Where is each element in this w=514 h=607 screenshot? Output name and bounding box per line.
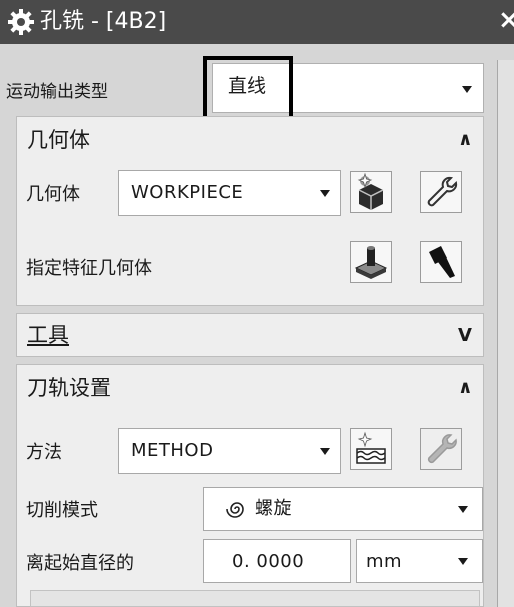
cut-mode-label: 切削模式 (26, 500, 98, 521)
close-icon[interactable]: × (498, 5, 514, 35)
chevron-down-icon[interactable] (458, 506, 468, 513)
window-title: 孔铣 - [4B2] (40, 9, 167, 34)
tools-section-title[interactable]: 工具 (27, 321, 69, 349)
motion-output-label: 运动输出类型 (6, 82, 108, 102)
tools-panel (16, 313, 484, 357)
geometry-label: 几何体 (26, 184, 80, 205)
edit-wrench-icon[interactable] (420, 171, 462, 213)
method-label: 方法 (26, 442, 62, 463)
edit-wrench-disabled-icon (420, 428, 462, 470)
unit-value: mm (366, 551, 403, 572)
geometry-value: WORKPIECE (131, 182, 244, 203)
highlight-annotation-box (203, 56, 293, 120)
gear-icon (6, 7, 36, 37)
spiral-icon (225, 498, 249, 520)
chevron-down-icon[interactable] (458, 558, 468, 565)
chevron-up-icon[interactable]: ∧ (458, 376, 473, 400)
chevron-down-icon[interactable] (320, 190, 330, 197)
flashlight-icon[interactable] (420, 241, 462, 283)
next-row-field (30, 590, 480, 607)
side-panel-edge (497, 60, 514, 607)
new-geometry-icon[interactable] (350, 171, 392, 213)
path-settings-title[interactable]: 刀轨设置 (27, 374, 111, 402)
chevron-down-icon[interactable] (320, 448, 330, 455)
chevron-down-icon[interactable] (462, 86, 472, 93)
start-diameter-value: 0. 0000 (232, 551, 305, 572)
new-method-icon[interactable] (350, 428, 392, 470)
method-value: METHOD (131, 440, 214, 461)
chevron-up-icon[interactable]: ∧ (458, 128, 473, 152)
chevron-down-icon[interactable]: V (458, 324, 472, 348)
feature-geometry-label: 指定特征几何体 (26, 258, 152, 279)
feature-geometry-icon[interactable] (350, 241, 392, 283)
start-diameter-label: 离起始直径的 (26, 553, 134, 574)
cut-mode-value: 螺旋 (255, 498, 292, 519)
geometry-section-title[interactable]: 几何体 (27, 126, 90, 154)
